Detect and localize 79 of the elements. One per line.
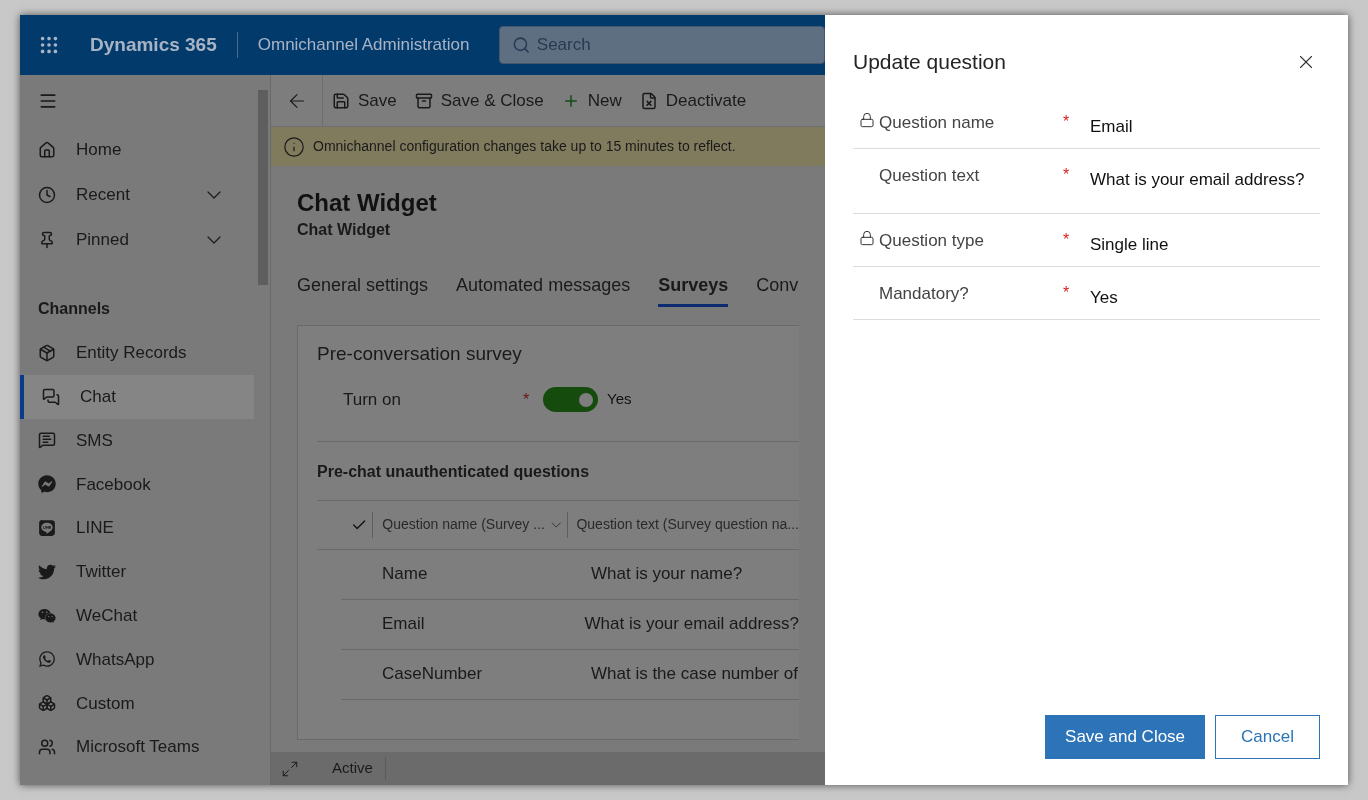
- save-icon: [332, 91, 350, 110]
- channel-item[interactable]: WhatsApp: [20, 637, 254, 682]
- required-asterisk: *: [1063, 165, 1070, 183]
- column-header[interactable]: Question name (Survey ...: [382, 514, 547, 535]
- field-value[interactable]: What is your email address?: [1090, 162, 1305, 213]
- notice-text: Omnichannel configuration changes take up to 15 minutes to reflect.: [313, 137, 736, 156]
- home-icon: [38, 140, 56, 159]
- field-label: Question type: [879, 229, 985, 252]
- area-name: Omnichannel Administration: [257, 34, 470, 57]
- table-cell-text: Email: [382, 613, 426, 636]
- channel-item[interactable]: Microsoft Teams: [20, 725, 254, 769]
- column-header[interactable]: Question text (Survey question na...: [576, 514, 799, 535]
- channel-item[interactable]: SMS: [20, 418, 254, 463]
- messenger-icon: [38, 475, 56, 494]
- search-icon: [512, 35, 531, 55]
- cube-icon: [38, 343, 56, 362]
- channel-item[interactable]: Twitter: [20, 550, 254, 594]
- command-button[interactable]: New: [552, 75, 631, 126]
- toggle-value: Yes: [607, 389, 632, 410]
- channel-item[interactable]: Chat: [20, 374, 254, 419]
- app-name: Dynamics 365: [90, 32, 217, 57]
- table-cell-text: CaseNumber: [382, 663, 484, 686]
- field-value[interactable]: Email: [1090, 109, 1133, 148]
- field-label: Question text: [879, 164, 981, 187]
- section-heading: Channels: [37, 299, 111, 319]
- field-label: Question name: [879, 111, 996, 134]
- scrollbar[interactable]: [258, 90, 268, 285]
- info-icon: [283, 135, 305, 158]
- boxes-icon: [38, 694, 56, 713]
- table-cell-text: What is your name?: [591, 563, 743, 586]
- whatsapp-icon: [38, 650, 56, 669]
- record-subtitle: Chat Widget: [297, 220, 392, 240]
- tab[interactable]: Conv: [756, 272, 799, 307]
- line-icon: [38, 519, 56, 538]
- field-value[interactable]: Yes: [1090, 280, 1118, 319]
- toggle-switch[interactable]: [543, 387, 598, 412]
- required-asterisk: *: [523, 390, 530, 408]
- message-icon: [38, 431, 56, 450]
- channel-item[interactable]: WeChat: [20, 593, 254, 638]
- table-cell-text: Name: [382, 563, 429, 586]
- field-label: Turn on: [343, 388, 402, 411]
- nav-item[interactable]: Home: [20, 127, 254, 172]
- chat-icon: [42, 387, 60, 406]
- channel-item[interactable]: LINE: [20, 506, 254, 550]
- pop-out-icon[interactable]: [281, 759, 299, 778]
- required-asterisk: *: [1063, 112, 1070, 130]
- command-button[interactable]: Deactivate: [630, 75, 756, 126]
- tab[interactable]: Surveys: [658, 272, 729, 307]
- section-title: Pre-conversation survey: [317, 342, 523, 366]
- table-cell-text: What is your email address?: [584, 613, 799, 636]
- app-launcher-icon[interactable]: [38, 34, 60, 56]
- save-close-icon: [414, 91, 433, 110]
- command-button[interactable]: Save & Close: [405, 75, 553, 126]
- save-button[interactable]: Save and Close: [1045, 715, 1206, 759]
- field-value[interactable]: Single line: [1090, 227, 1169, 266]
- document-x-icon: [639, 91, 658, 110]
- tab[interactable]: Automated messages: [456, 272, 631, 307]
- record-title: Chat Widget: [297, 188, 438, 218]
- clock-icon: [38, 185, 56, 204]
- required-asterisk: *: [1063, 283, 1070, 301]
- menu-icon[interactable]: [38, 91, 58, 111]
- panel-title: Update question: [853, 49, 1006, 75]
- status-text: Active: [332, 757, 386, 780]
- tab[interactable]: General settings: [297, 272, 429, 307]
- bird-icon: [38, 562, 56, 581]
- nav-item[interactable]: Recent: [20, 172, 254, 217]
- nav-item[interactable]: Pinned: [20, 217, 254, 262]
- people-icon: [38, 738, 56, 757]
- channel-item[interactable]: Custom: [20, 681, 254, 726]
- field-label: Mandatory?: [879, 282, 970, 305]
- required-asterisk: *: [1063, 230, 1070, 248]
- wechat-icon: [38, 606, 56, 625]
- cancel-button[interactable]: Cancel: [1215, 715, 1320, 759]
- command-button[interactable]: Save: [323, 75, 406, 126]
- channel-item[interactable]: Entity Records: [20, 331, 254, 375]
- subgrid-title: Pre-chat unauthenticated questions: [317, 461, 591, 482]
- pin-icon: [38, 230, 56, 249]
- table-cell-text: What is the case number of: [591, 663, 798, 686]
- channel-item[interactable]: Facebook: [20, 462, 254, 507]
